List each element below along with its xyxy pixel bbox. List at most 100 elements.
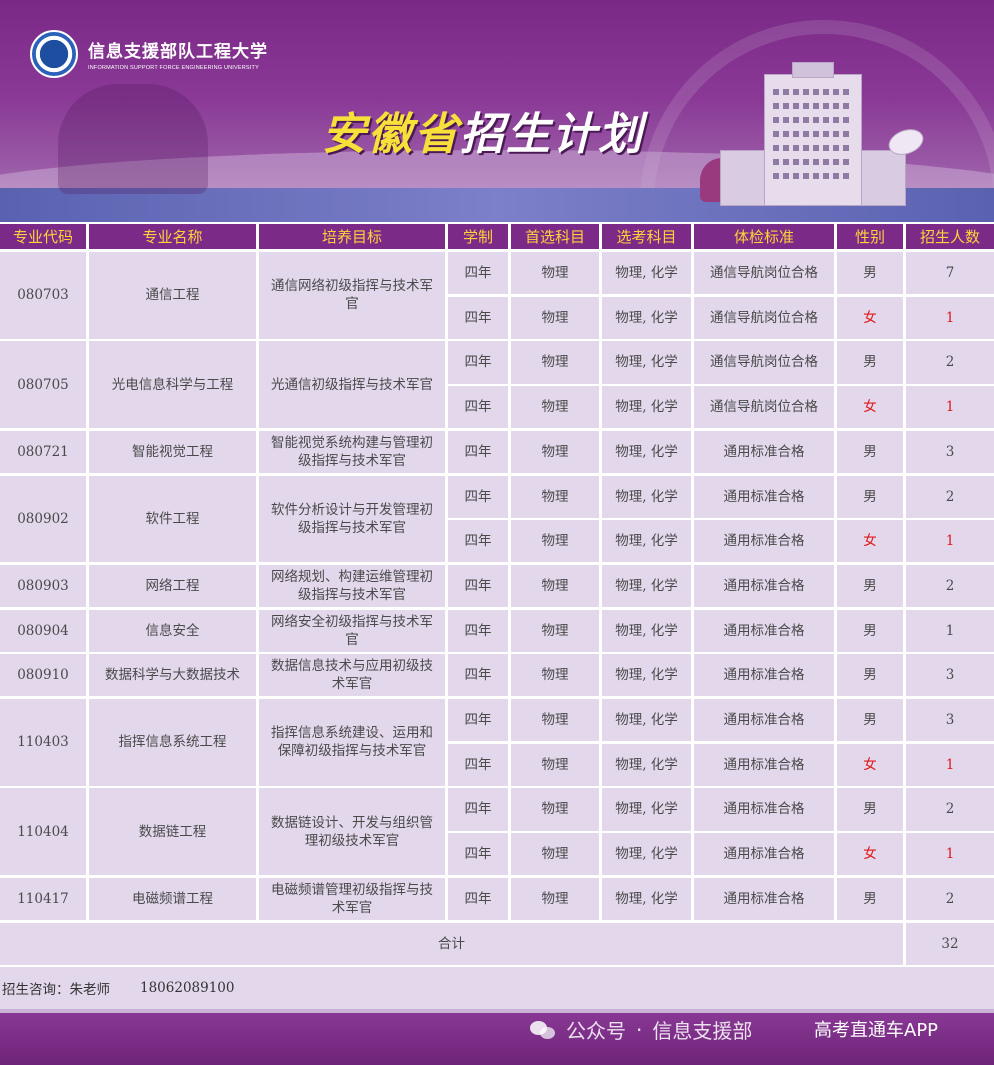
gender-cell: 男: [837, 564, 903, 608]
first-subject-cell: 物理: [511, 296, 599, 339]
enrollment-count-cell: 1: [906, 386, 994, 429]
wechat-icon: [530, 1019, 556, 1041]
major-name-cell: 光电信息科学与工程: [89, 341, 256, 429]
medical-standard-cell: 通信导航岗位合格: [694, 296, 834, 339]
first-subject-cell: 物理: [511, 564, 599, 608]
duration-cell: 四年: [448, 609, 508, 652]
gender-cell: 男: [837, 341, 903, 384]
first-subject-cell: 物理: [511, 475, 599, 518]
enrollment-count-cell: 1: [906, 833, 994, 876]
total-count-cell: 32: [906, 922, 994, 965]
university-logo: 信息支援部队工程大学 INFORMATION SUPPORT FORCE ENG…: [30, 30, 268, 78]
major-name-cell: 数据链工程: [89, 788, 256, 876]
column-header: 招生人数: [906, 224, 994, 249]
medical-standard-cell: 通用标准合格: [694, 877, 834, 920]
enrollment-count-cell: 2: [906, 341, 994, 384]
medical-standard-cell: 通用标准合格: [694, 520, 834, 563]
training-goal-cell: 指挥信息系统建设、运用和保障初级指挥与技术军官: [259, 699, 445, 786]
school-name-cn: 信息支援部队工程大学: [88, 42, 268, 62]
duration-cell: 四年: [448, 788, 508, 831]
medical-standard-cell: 通用标准合格: [694, 430, 834, 473]
enrollment-count-cell: 2: [906, 475, 994, 518]
page-header: 信息支援部队工程大学 INFORMATION SUPPORT FORCE ENG…: [0, 0, 994, 222]
enrollment-count-cell: 1: [906, 743, 994, 786]
major-name-cell: 电磁频谱工程: [89, 877, 256, 920]
major-name-cell: 软件工程: [89, 475, 256, 563]
column-header: 选考科目: [602, 224, 691, 249]
admission-contact: 招生咨询：朱老师 18062089100: [0, 967, 994, 1009]
medical-standard-cell: 通用标准合格: [694, 564, 834, 608]
duration-cell: 四年: [448, 699, 508, 742]
gender-cell: 女: [837, 296, 903, 339]
column-header: 专业名称: [89, 224, 256, 249]
elective-subjects-cell: 物理, 化学: [602, 609, 691, 652]
duration-cell: 四年: [448, 877, 508, 920]
duration-cell: 四年: [448, 296, 508, 339]
wechat-prefix: 公众号: [566, 1019, 626, 1043]
enrollment-count-cell: 3: [906, 654, 994, 697]
gender-cell: 男: [837, 252, 903, 295]
major-code-cell: 080910: [0, 654, 86, 697]
training-goal-cell: 数据链设计、开发与组织管理初级技术军官: [259, 788, 445, 876]
medical-standard-cell: 通信导航岗位合格: [694, 386, 834, 429]
major-name-cell: 指挥信息系统工程: [89, 699, 256, 786]
duration-cell: 四年: [448, 430, 508, 473]
major-code-cell: 110417: [0, 877, 86, 920]
gender-cell: 女: [837, 833, 903, 876]
column-header: 首选科目: [511, 224, 599, 249]
wechat-watermark: 公众号 · 信息支援部: [530, 1015, 752, 1044]
major-name-cell: 信息安全: [89, 609, 256, 652]
major-code-cell: 080904: [0, 609, 86, 652]
major-code-cell: 080705: [0, 341, 86, 429]
elective-subjects-cell: 物理, 化学: [602, 743, 691, 786]
major-code-cell: 110404: [0, 788, 86, 876]
enrollment-count-cell: 1: [906, 609, 994, 652]
enrollment-count-cell: 2: [906, 788, 994, 831]
watermark-separator: ·: [636, 1017, 643, 1042]
table-header-row: 专业代码 专业名称 培养目标 学制 首选科目 选考科目 体检标准 性别 招生人数: [0, 224, 994, 249]
elective-subjects-cell: 物理, 化学: [602, 654, 691, 697]
first-subject-cell: 物理: [511, 252, 599, 295]
medical-standard-cell: 通用标准合格: [694, 475, 834, 518]
elective-subjects-cell: 物理, 化学: [602, 520, 691, 563]
major-code-cell: 110403: [0, 699, 86, 786]
major-code-cell: 080703: [0, 252, 86, 339]
first-subject-cell: 物理: [511, 833, 599, 876]
first-subject-cell: 物理: [511, 877, 599, 920]
first-subject-cell: 物理: [511, 743, 599, 786]
elective-subjects-cell: 物理, 化学: [602, 386, 691, 429]
duration-cell: 四年: [448, 341, 508, 384]
duration-cell: 四年: [448, 475, 508, 518]
training-goal-cell: 网络规划、构建运维管理初级指挥与技术军官: [259, 564, 445, 608]
school-name-en: INFORMATION SUPPORT FORCE ENGINEERING UN…: [88, 65, 259, 71]
first-subject-cell: 物理: [511, 788, 599, 831]
medical-standard-cell: 通信导航岗位合格: [694, 341, 834, 384]
column-header: 性别: [837, 224, 903, 249]
enrollment-count-cell: 2: [906, 564, 994, 608]
enrollment-count-cell: 1: [906, 296, 994, 339]
emblem-icon: [30, 30, 78, 78]
elective-subjects-cell: 物理, 化学: [602, 877, 691, 920]
training-goal-cell: 软件分析设计与开发管理初级指挥与技术军官: [259, 475, 445, 563]
column-header: 学制: [448, 224, 508, 249]
duration-cell: 四年: [448, 564, 508, 608]
elective-subjects-cell: 物理, 化学: [602, 788, 691, 831]
medical-standard-cell: 通用标准合格: [694, 609, 834, 652]
duration-cell: 四年: [448, 654, 508, 697]
column-header: 专业代码: [0, 224, 86, 249]
training-goal-cell: 数据信息技术与应用初级技术军官: [259, 654, 445, 697]
first-subject-cell: 物理: [511, 699, 599, 742]
first-subject-cell: 物理: [511, 430, 599, 473]
app-watermark: 高考直通车APP: [814, 1020, 939, 1041]
enrollment-count-cell: 7: [906, 252, 994, 295]
elective-subjects-cell: 物理, 化学: [602, 341, 691, 384]
medical-standard-cell: 通用标准合格: [694, 654, 834, 697]
major-name-cell: 网络工程: [89, 564, 256, 608]
medical-standard-cell: 通信导航岗位合格: [694, 252, 834, 295]
elective-subjects-cell: 物理, 化学: [602, 430, 691, 473]
first-subject-cell: 物理: [511, 654, 599, 697]
first-subject-cell: 物理: [511, 386, 599, 429]
page-title: 安徽省招生计划: [322, 98, 644, 162]
campus-building-illustration: [700, 62, 930, 212]
duration-cell: 四年: [448, 386, 508, 429]
